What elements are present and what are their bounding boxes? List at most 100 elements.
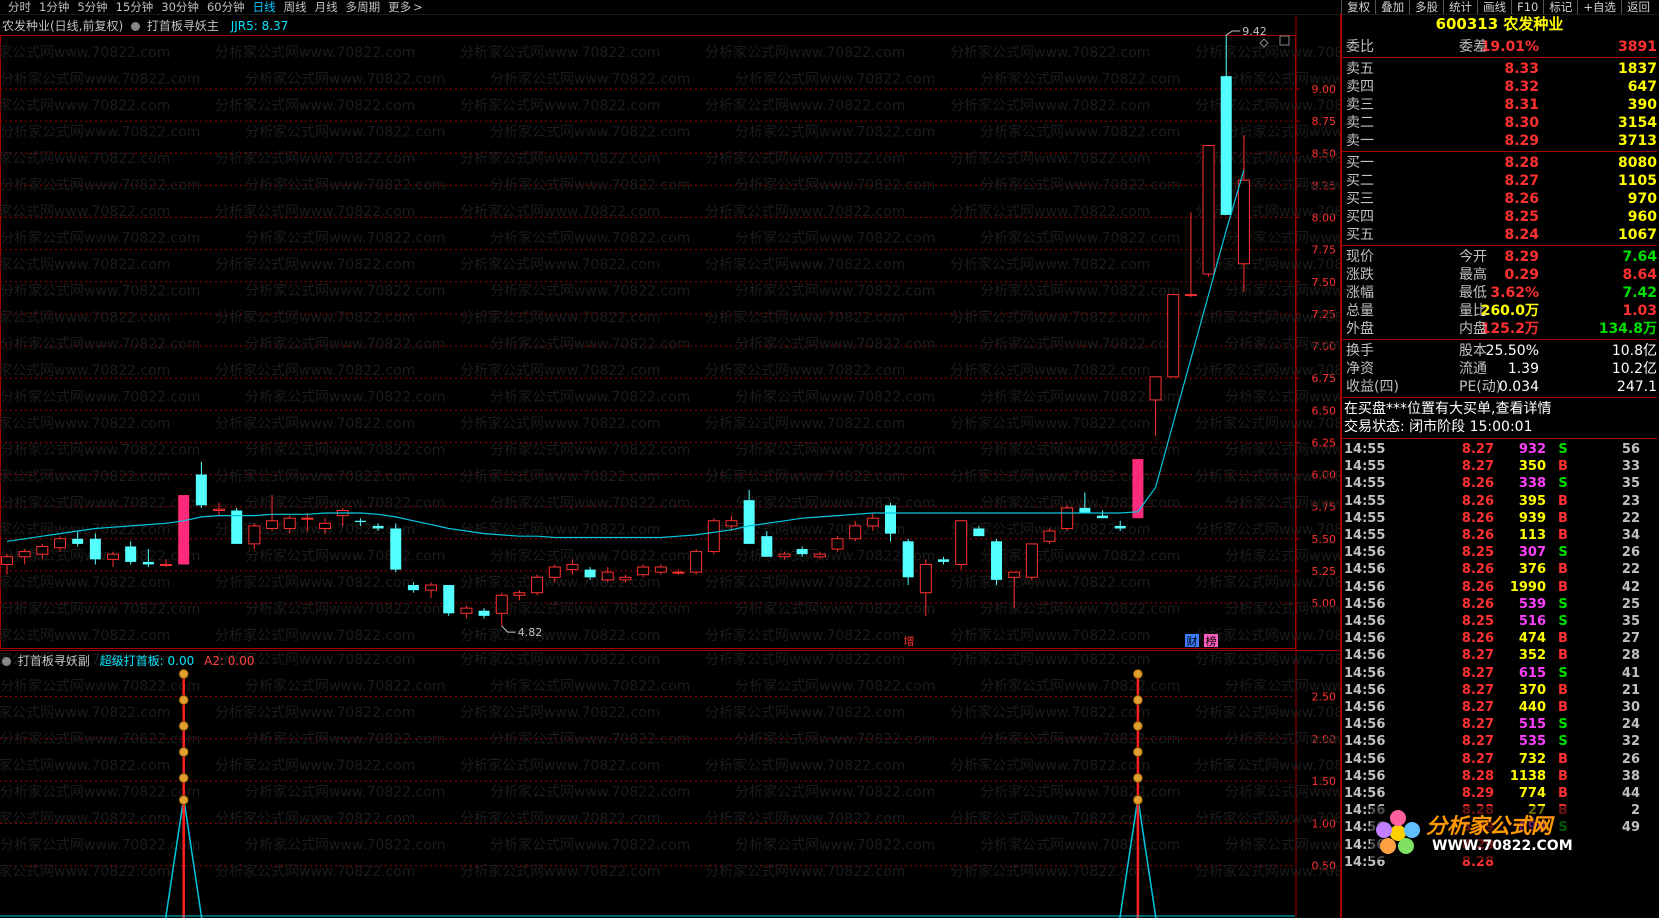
candle[interactable] (495, 592, 508, 627)
period-tab-4[interactable]: 30分钟 (157, 0, 203, 14)
candle[interactable] (1132, 459, 1144, 519)
watermark: 分析家公式网www.70822.com (950, 97, 1150, 114)
watermark: 分析家公式网www.70822.com (490, 495, 690, 512)
tool-button-6[interactable]: 标记 (1543, 0, 1577, 14)
tool-button-0[interactable]: 复权 (1341, 0, 1375, 14)
bid-row[interactable]: 买二 8.27 1105 (1344, 172, 1659, 190)
sub-indicator-name[interactable]: 打首板寻妖副 (18, 654, 90, 668)
period-tab-8[interactable]: 月线 (311, 0, 342, 14)
candle[interactable] (107, 551, 120, 568)
candle[interactable] (390, 523, 402, 573)
period-tab-3[interactable]: 15分钟 (112, 0, 158, 14)
sub-watermark: 分析家公式网www.70822.com (0, 704, 170, 721)
marker-cai[interactable]: 财 (1187, 634, 1198, 648)
candle[interactable] (955, 520, 968, 570)
candle[interactable] (1097, 510, 1109, 519)
candle[interactable] (991, 538, 1003, 586)
bid-volume: 1105 (1618, 173, 1657, 189)
candle[interactable] (460, 605, 473, 619)
candle[interactable] (231, 507, 243, 544)
candle[interactable] (1061, 505, 1074, 532)
ask-row[interactable]: 卖一 8.29 3713 (1344, 132, 1659, 150)
big-order-notice[interactable]: 在买盘***位置有大买单,查看详情 (1344, 400, 1659, 418)
sub-watermark: 分析家公式网www.70822.com (735, 837, 935, 854)
more-arrow-icon: > (413, 0, 423, 14)
watermark: 分析家公式网www.70822.com (460, 309, 660, 326)
candle[interactable] (1167, 294, 1180, 378)
period-tab-6[interactable]: 日线 (249, 0, 280, 14)
window-icon[interactable] (1279, 35, 1290, 46)
tool-button-2[interactable]: 多股 (1409, 0, 1443, 14)
candle-body (919, 563, 932, 594)
ask-row[interactable]: 卖四 8.32 647 (1344, 78, 1659, 96)
watermark: 分析家公式网www.70822.com (705, 256, 905, 273)
sub-indicator-toggle-icon[interactable] (2, 657, 11, 666)
candle[interactable] (654, 564, 667, 575)
marker-bang[interactable]: 榜 (1206, 634, 1217, 648)
indicator-name[interactable]: 打首板寻妖主 (147, 19, 219, 33)
kline-chart[interactable]: 9.008.758.508.258.007.757.507.257.006.75… (0, 15, 1340, 650)
candle[interactable] (178, 495, 190, 565)
candle[interactable] (672, 569, 685, 575)
tick-row: 14:56 8.26 474 B 27 (1344, 630, 1659, 647)
bid-row[interactable]: 买三 8.26 970 (1344, 190, 1659, 208)
candle[interactable] (1149, 376, 1162, 436)
candle[interactable] (125, 541, 137, 565)
candle[interactable] (195, 461, 207, 508)
candle[interactable] (531, 574, 544, 596)
tick-volume: 395 (1518, 493, 1546, 509)
watermark: 分析家公式网www.70822.com (245, 124, 445, 141)
bid-row[interactable]: 买一 8.28 8080 (1344, 154, 1659, 172)
candle[interactable] (1184, 212, 1197, 298)
candle[interactable] (248, 523, 261, 550)
sub-watermark: 分析家公式网www.70822.com (0, 784, 200, 801)
candle[interactable] (707, 518, 720, 555)
candle[interactable] (425, 582, 438, 598)
candle[interactable] (1, 554, 13, 575)
marker-zeng[interactable]: 增 (904, 634, 915, 648)
ask-row[interactable]: 卖二 8.30 3154 (1344, 114, 1659, 132)
indicator-toggle-icon[interactable] (131, 22, 141, 31)
watermark: 分析家公式网www.70822.com (705, 627, 905, 644)
candle[interactable] (1043, 528, 1056, 544)
candle[interactable] (478, 608, 490, 619)
candle[interactable] (690, 549, 703, 575)
stat-label: 涨幅 (1346, 285, 1374, 301)
watermark: 分析家公式网www.70822.com (215, 309, 415, 326)
candle[interactable] (443, 585, 455, 616)
candle[interactable] (513, 590, 526, 601)
candle-body (89, 538, 101, 560)
watermark: 分析家公式网www.70822.com (950, 256, 1150, 273)
candle[interactable] (831, 536, 844, 552)
candle[interactable] (601, 567, 614, 583)
candle[interactable] (938, 556, 950, 565)
tool-button-3[interactable]: 统计 (1443, 0, 1477, 14)
ask-row[interactable]: 卖五 8.33 1837 (1344, 60, 1659, 78)
tool-button-7[interactable]: +自选 (1577, 0, 1621, 14)
watermark: 分析家公式网www.70822.com (1195, 468, 1340, 485)
ask-row[interactable]: 卖三 8.31 390 (1344, 96, 1659, 114)
sub-indicator-chart[interactable]: 2.502.001.501.000.50分析家公式网www.70822.com分… (0, 650, 1340, 918)
period-tab-10[interactable]: 更多 > (384, 0, 427, 14)
separator (1342, 397, 1657, 398)
period-tab-2[interactable]: 5分钟 (73, 0, 111, 14)
tool-button-8[interactable]: 返回 (1621, 0, 1655, 14)
candle-body (1132, 459, 1144, 519)
tick-row: 14:55 8.27 932 S 56 (1344, 441, 1659, 458)
watermark: 分析家公式网www.70822.com (705, 468, 905, 485)
watermark: 分析家公式网www.70822.com (215, 415, 415, 432)
period-tab-1[interactable]: 1分钟 (35, 0, 73, 14)
candle[interactable] (1220, 35, 1232, 215)
bid-row[interactable]: 买四 8.25 960 (1344, 208, 1659, 226)
tool-button-1[interactable]: 叠加 (1375, 0, 1409, 14)
period-tab-5[interactable]: 60分钟 (203, 0, 249, 14)
candle[interactable] (1202, 145, 1215, 277)
candle[interactable] (1025, 543, 1038, 580)
period-tab-9[interactable]: 多周期 (342, 0, 385, 14)
period-tab-7[interactable]: 周线 (280, 0, 311, 14)
tool-button-4[interactable]: 画线 (1477, 0, 1511, 14)
tool-button-5[interactable]: F10 (1511, 0, 1543, 14)
period-tab-0[interactable]: 分时 (4, 0, 35, 14)
bid-row[interactable]: 买五 8.24 1067 (1344, 226, 1659, 244)
candle[interactable] (213, 502, 226, 516)
